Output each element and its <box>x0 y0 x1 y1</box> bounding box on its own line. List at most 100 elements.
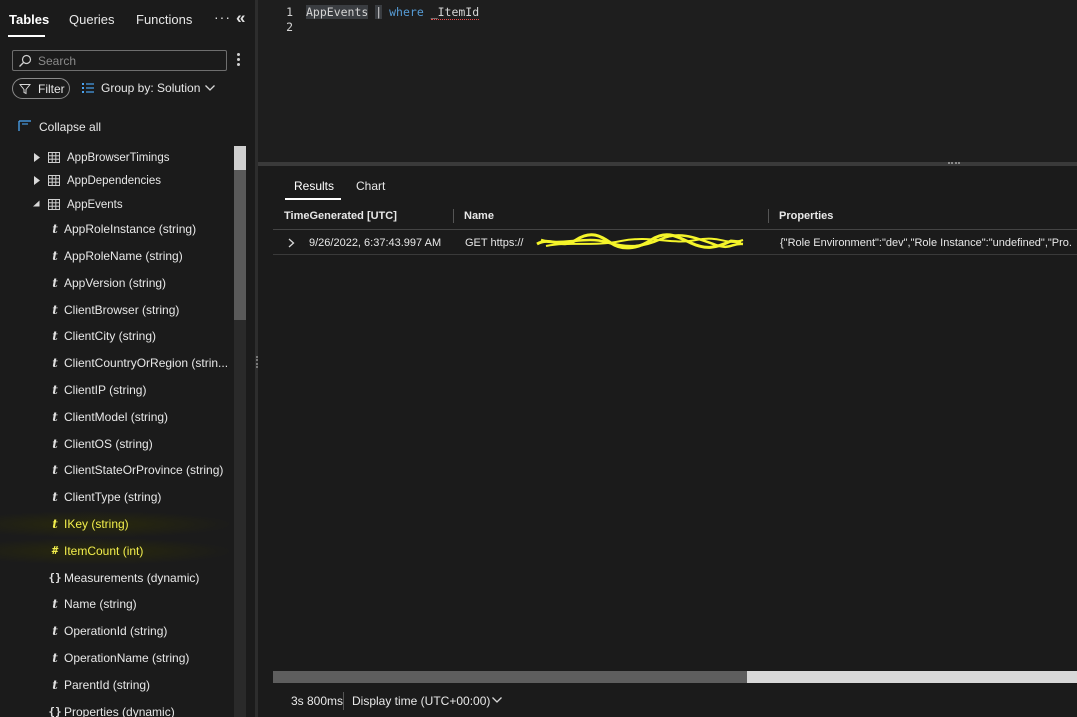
table-icon <box>48 198 60 210</box>
schema-column-item[interactable]: t ClientBrowser (string) <box>0 297 234 324</box>
tree-scrollbar[interactable] <box>234 146 246 717</box>
tree-table-item[interactable]: AppDependencies <box>0 169 234 192</box>
sidebar-tabs: Tables Queries Functions ··· « <box>0 0 255 40</box>
schema-column-item[interactable]: t AppVersion (string) <box>0 270 234 297</box>
column-name: Name (string) <box>64 597 137 612</box>
search-input[interactable] <box>38 53 218 69</box>
column-name: IKey (string) <box>64 516 129 531</box>
column-header-timegenerated[interactable]: TimeGenerated [UTC] <box>284 210 397 222</box>
column-name: ClientModel (string) <box>64 409 169 424</box>
filter-icon <box>19 84 31 95</box>
column-header-properties[interactable]: Properties <box>779 210 833 222</box>
group-list-icon <box>82 83 94 93</box>
active-tab-indicator <box>8 35 45 37</box>
column-resizer[interactable] <box>453 209 454 223</box>
search-box[interactable] <box>12 50 227 71</box>
status-bar: 3s 800ms Display time (UTC+00:00) <box>273 683 1077 717</box>
schema-column-item[interactable]: {} Measurements (dynamic) <box>0 565 234 592</box>
table-row[interactable]: 9/26/2022, 6:37:43.997 AM GET https:// {… <box>273 230 1077 255</box>
tab-queries[interactable]: Queries <box>69 12 115 27</box>
schema-column-item[interactable]: {} Properties (dynamic) <box>0 699 234 717</box>
table-icon <box>48 175 60 187</box>
row-expand-icon[interactable] <box>288 238 295 248</box>
string-type-icon: t <box>52 248 58 263</box>
cell-name: GET https:// <box>465 237 524 249</box>
tab-tables[interactable]: Tables <box>9 12 49 27</box>
schema-column-item[interactable]: t Name (string) <box>0 591 234 618</box>
schema-column-item[interactable]: t ClientIP (string) <box>0 377 234 404</box>
chevron-down-icon <box>205 85 215 91</box>
column-name: ClientType (string) <box>64 490 162 505</box>
string-type-icon: t <box>52 650 58 665</box>
expand-arrow-icon[interactable] <box>33 176 41 186</box>
filter-button[interactable]: Filter <box>12 78 70 99</box>
column-name: Properties (dynamic) <box>64 704 175 717</box>
string-type-icon: t <box>52 436 58 451</box>
schema-column-item[interactable]: t ClientOS (string) <box>0 431 234 458</box>
display-time-dropdown[interactable]: Display time (UTC+00:00) <box>352 694 490 708</box>
dynamic-type-icon: {} <box>48 704 62 717</box>
tab-functions[interactable]: Functions <box>136 12 192 27</box>
group-by-label: Group by: Solution <box>101 81 201 95</box>
string-type-icon: t <box>52 302 58 317</box>
string-type-icon: t <box>52 222 58 237</box>
string-type-icon: t <box>52 356 58 371</box>
string-type-icon: t <box>52 677 58 692</box>
tab-chart[interactable]: Chart <box>356 179 385 193</box>
column-name: ClientStateOrProvince (string) <box>64 463 224 478</box>
schema-column-item[interactable]: t AppRoleName (string) <box>0 243 234 270</box>
line-number: 1 <box>286 5 293 19</box>
schema-column-item[interactable]: t ClientModel (string) <box>0 404 234 431</box>
schema-column-item[interactable]: t IKey (string) <box>0 510 234 538</box>
query-editor[interactable]: 1 2 AppEvents | where _ItemId <box>258 0 1077 162</box>
column-name: ClientOS (string) <box>64 436 153 451</box>
schema-column-item[interactable]: t OperationId (string) <box>0 618 234 645</box>
schema-column-item[interactable]: t AppRoleInstance (string) <box>0 216 234 243</box>
column-header-name[interactable]: Name <box>464 210 494 222</box>
more-options-icon[interactable]: ··· <box>214 9 231 25</box>
collapse-all-label: Collapse all <box>39 120 102 134</box>
divider <box>343 692 344 710</box>
string-type-icon: t <box>52 463 58 478</box>
code-line[interactable]: AppEvents | where _ItemId <box>306 5 480 20</box>
expand-arrow-icon[interactable] <box>33 153 41 162</box>
tab-results[interactable]: Results <box>294 179 334 193</box>
results-grid-header: TimeGenerated [UTC] Name Properties <box>273 202 1077 230</box>
column-resizer[interactable] <box>768 209 769 223</box>
scrollbar-thumb[interactable] <box>273 671 748 683</box>
schema-column-item[interactable]: t OperationName (string) <box>0 645 234 672</box>
filter-label: Filter <box>38 82 65 96</box>
code-table: AppEvents <box>306 5 369 19</box>
schema-column-item[interactable]: t ParentId (string) <box>0 672 234 699</box>
schema-column-item[interactable]: t ClientType (string) <box>0 484 234 511</box>
table-name: AppBrowserTimings <box>67 152 170 164</box>
column-name: AppRoleName (string) <box>64 248 183 263</box>
column-name: Measurements (dynamic) <box>64 570 200 585</box>
search-options-icon[interactable] <box>236 51 242 69</box>
column-name: AppVersion (string) <box>64 275 167 290</box>
collapse-arrow-icon[interactable] <box>33 200 41 209</box>
column-name: ParentId (string) <box>64 677 151 692</box>
chevron-down-icon[interactable] <box>491 695 503 705</box>
schema-column-item[interactable]: t ClientCity (string) <box>0 323 234 350</box>
scrollbar-track-top <box>234 146 246 170</box>
active-tab-indicator <box>285 198 341 200</box>
tree-table-item[interactable]: AppEvents <box>0 193 234 216</box>
column-name: OperationName (string) <box>64 650 190 665</box>
code-keyword: where <box>389 5 424 19</box>
schema-tree: AppBrowserTimings AppDependencies AppEve… <box>0 146 234 717</box>
collapse-all-icon <box>18 120 31 131</box>
schema-column-item[interactable]: # ItemCount (int) <box>0 537 234 565</box>
tree-table-item[interactable]: AppBrowserTimings <box>0 146 234 169</box>
column-list: t AppRoleInstance (string) t AppRoleName (s… <box>0 216 234 717</box>
schema-column-item[interactable]: t ClientCountryOrRegion (strin... <box>0 350 234 377</box>
column-name: ItemCount (int) <box>64 543 144 558</box>
schema-column-item[interactable]: t ClientStateOrProvince (string) <box>0 457 234 484</box>
results-horizontal-scrollbar[interactable] <box>273 671 1077 683</box>
dynamic-type-icon: {} <box>48 570 62 584</box>
scrollbar-thumb[interactable] <box>234 170 246 320</box>
collapse-pane-icon[interactable]: « <box>236 8 245 28</box>
splitter-grip-icon <box>948 162 960 165</box>
results-pane: Results Chart TimeGenerated [UTC] Name P… <box>258 166 1077 717</box>
string-type-icon: t <box>52 329 58 344</box>
